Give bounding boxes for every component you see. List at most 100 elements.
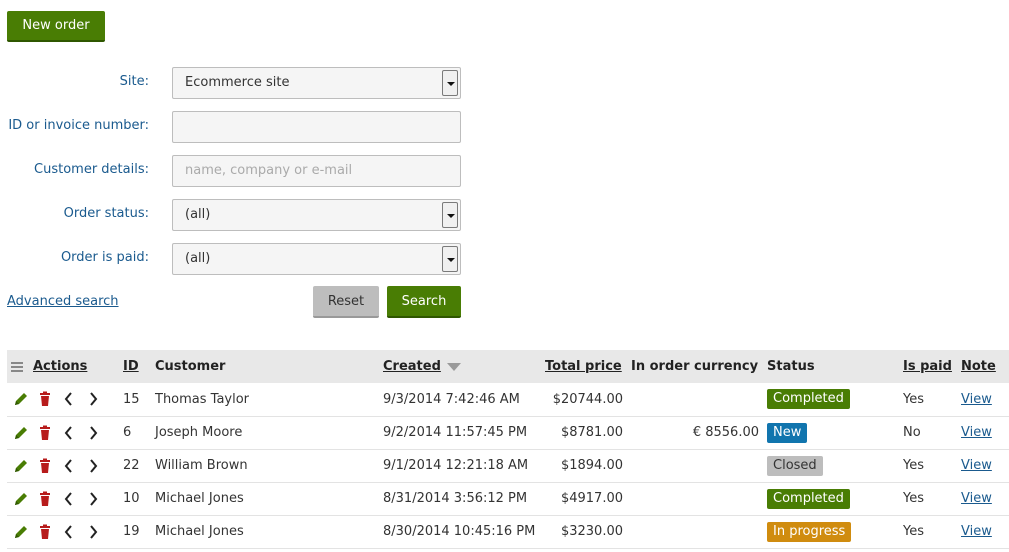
column-total-price-label[interactable]: Total price: [545, 359, 622, 374]
status-badge: Completed: [767, 488, 850, 509]
row-is-paid: Yes: [899, 449, 957, 483]
row-order-currency: [627, 449, 763, 483]
column-id[interactable]: ID: [119, 350, 151, 383]
table-row[interactable]: 10 Michael Jones 8/31/2014 3:56:12 PM $4…: [7, 482, 1009, 516]
sort-descending-icon[interactable]: [446, 362, 461, 371]
view-note-link[interactable]: View: [961, 458, 992, 473]
search-button[interactable]: Search: [387, 286, 461, 318]
order-status-label: Order status:: [63, 206, 149, 221]
status-badge: Completed: [767, 389, 850, 410]
delete-icon[interactable]: [35, 522, 55, 542]
column-actions: Actions: [7, 350, 119, 383]
reset-button[interactable]: Reset: [313, 286, 379, 318]
row-created: 8/30/2014 10:45:16 PM: [379, 515, 541, 549]
row-is-paid: Yes: [899, 515, 957, 549]
status-badge: In progress: [767, 521, 852, 542]
column-in-order-currency: In order currency: [627, 350, 763, 383]
row-id: 10: [119, 482, 151, 516]
order-status-select[interactable]: (all): [172, 199, 461, 231]
row-created: 9/2/2014 11:57:45 PM: [379, 416, 541, 450]
column-is-paid-label[interactable]: Is paid: [903, 359, 952, 374]
order-paid-label: Order is paid:: [60, 250, 149, 265]
row-status: Completed: [763, 383, 899, 417]
column-note-label[interactable]: Note: [961, 359, 996, 374]
chevron-down-icon[interactable]: [442, 202, 458, 228]
row-total-price: $20744.00: [541, 383, 627, 417]
next-icon[interactable]: [83, 489, 103, 509]
table-row[interactable]: 6 Joseph Moore 9/2/2014 11:57:45 PM $878…: [7, 416, 1009, 450]
column-created-label[interactable]: Created: [383, 359, 441, 374]
row-actions: [7, 482, 119, 516]
row-status: In progress: [763, 515, 899, 549]
previous-icon[interactable]: [59, 423, 79, 443]
customer-details-placeholder: name, company or e-mail: [185, 163, 353, 178]
next-icon[interactable]: [83, 423, 103, 443]
row-order-currency: [627, 482, 763, 516]
site-select[interactable]: Ecommerce site: [172, 67, 461, 99]
delete-icon[interactable]: [35, 423, 55, 443]
order-paid-select[interactable]: (all): [172, 243, 461, 275]
row-customer: William Brown: [151, 449, 379, 483]
menu-icon[interactable]: [11, 361, 23, 372]
table-row[interactable]: 19 Michael Jones 8/30/2014 10:45:16 PM $…: [7, 515, 1009, 549]
id-input[interactable]: [172, 111, 461, 143]
column-is-paid[interactable]: Is paid: [899, 350, 957, 383]
table-header-row: Actions ID Customer Created Total price …: [7, 350, 1009, 383]
row-order-currency: [627, 383, 763, 417]
row-note: View: [957, 416, 1009, 450]
previous-icon[interactable]: [59, 489, 79, 509]
chevron-down-icon[interactable]: [442, 246, 458, 272]
customer-details-input[interactable]: name, company or e-mail: [172, 155, 461, 187]
next-icon[interactable]: [83, 522, 103, 542]
column-status-label: Status: [767, 359, 815, 374]
new-order-button[interactable]: New order: [7, 11, 105, 42]
row-note: View: [957, 383, 1009, 417]
edit-icon[interactable]: [11, 522, 31, 542]
advanced-search-link[interactable]: Advanced search: [7, 294, 119, 309]
table-row[interactable]: 15 Thomas Taylor 9/3/2014 7:42:46 AM $20…: [7, 383, 1009, 417]
row-created: 9/3/2014 7:42:46 AM: [379, 383, 541, 417]
edit-icon[interactable]: [11, 456, 31, 476]
column-id-label[interactable]: ID: [123, 359, 139, 374]
edit-icon[interactable]: [11, 389, 31, 409]
previous-icon[interactable]: [59, 456, 79, 476]
row-id: 19: [119, 515, 151, 549]
view-note-link[interactable]: View: [961, 392, 992, 407]
column-actions-label[interactable]: Actions: [33, 359, 87, 374]
row-id: 15: [119, 383, 151, 417]
previous-icon[interactable]: [59, 389, 79, 409]
row-created: 8/31/2014 3:56:12 PM: [379, 482, 541, 516]
row-total-price: $3230.00: [541, 515, 627, 549]
view-note-link[interactable]: View: [961, 425, 992, 440]
previous-icon[interactable]: [59, 522, 79, 542]
row-id: 22: [119, 449, 151, 483]
next-icon[interactable]: [83, 389, 103, 409]
row-actions: [7, 416, 119, 450]
column-total-price[interactable]: Total price: [541, 350, 627, 383]
edit-icon[interactable]: [11, 423, 31, 443]
column-created[interactable]: Created: [379, 350, 541, 383]
row-status: New: [763, 416, 899, 450]
edit-icon[interactable]: [11, 489, 31, 509]
chevron-down-icon[interactable]: [442, 70, 458, 96]
column-note[interactable]: Note: [957, 350, 1009, 383]
delete-icon[interactable]: [35, 389, 55, 409]
order-paid-value: (all): [185, 251, 211, 266]
row-note: View: [957, 515, 1009, 549]
delete-icon[interactable]: [35, 489, 55, 509]
table-row[interactable]: 22 William Brown 9/1/2014 12:21:18 AM $1…: [7, 449, 1009, 483]
next-icon[interactable]: [83, 456, 103, 476]
row-is-paid: No: [899, 416, 957, 450]
row-is-paid: Yes: [899, 383, 957, 417]
status-badge: New: [767, 422, 808, 443]
customer-details-label: Customer details:: [34, 162, 149, 177]
row-status: Closed: [763, 449, 899, 483]
view-note-link[interactable]: View: [961, 491, 992, 506]
row-customer: Thomas Taylor: [151, 383, 379, 417]
column-customer: Customer: [151, 350, 379, 383]
delete-icon[interactable]: [35, 456, 55, 476]
site-label: Site:: [119, 74, 149, 89]
orders-table: Actions ID Customer Created Total price …: [7, 350, 1009, 549]
view-note-link[interactable]: View: [961, 524, 992, 539]
row-customer: Joseph Moore: [151, 416, 379, 450]
